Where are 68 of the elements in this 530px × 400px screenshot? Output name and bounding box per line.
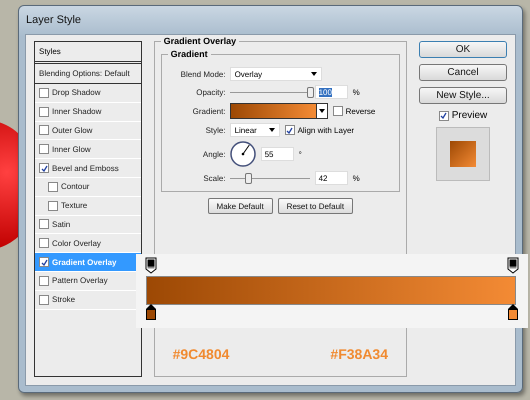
checkbox[interactable] (284, 125, 295, 135)
color-stop-icon[interactable] (508, 304, 518, 321)
dialog-button[interactable]: OK (419, 41, 507, 58)
caret-icon (310, 72, 317, 76)
checkbox-label: Preview (452, 110, 488, 121)
style-list-item[interactable]: Blending Options: Default (35, 64, 141, 84)
angle-dial[interactable] (230, 141, 256, 167)
hex-color-label: #F38A34 (330, 346, 388, 362)
checkbox[interactable] (39, 106, 49, 117)
dialog-button[interactable]: Cancel (419, 64, 507, 81)
checkbox[interactable] (48, 182, 58, 192)
field-label: Scale: (202, 174, 226, 182)
checkbox[interactable] (39, 276, 49, 286)
style-list-item[interactable]: Contour (35, 178, 141, 197)
caret-icon (268, 128, 275, 132)
hex-color-label: #9C4804 (172, 346, 230, 362)
checkbox[interactable] (48, 200, 58, 211)
checkbox[interactable] (39, 144, 49, 154)
checkmark-icon (40, 164, 48, 172)
field-label: Style: (204, 126, 226, 134)
field-label: Angle: (202, 150, 226, 158)
unit-label: % (352, 88, 360, 96)
color-stop-icon[interactable] (146, 304, 156, 321)
checkbox[interactable] (39, 163, 49, 174)
checkmark-icon (440, 112, 448, 119)
opacity-input[interactable]: 100 (314, 85, 348, 99)
window-title: Layer Style (26, 14, 82, 26)
gradient-picker[interactable] (230, 103, 328, 119)
checkbox[interactable] (39, 257, 49, 268)
style-list-item[interactable]: Drop Shadow (35, 84, 141, 103)
checkbox[interactable] (39, 219, 49, 230)
checkbox[interactable] (438, 110, 449, 120)
style-list-item[interactable]: Texture (35, 196, 141, 216)
checkmark-icon (286, 126, 294, 134)
checkbox[interactable] (39, 125, 49, 136)
style-list-item[interactable]: Inner Glow (35, 140, 141, 160)
style-list-item[interactable]: Bevel and Emboss (35, 159, 141, 178)
style-dropdown[interactable]: Linear (230, 123, 280, 137)
field-label: Blend Mode: (180, 70, 226, 78)
unit-label: % (352, 174, 360, 182)
preview-swatch (450, 141, 476, 167)
checkbox[interactable] (39, 88, 49, 98)
style-list-item[interactable]: Inner Shadow (35, 102, 141, 122)
group-title: Gradient (168, 49, 211, 59)
group-title: Gradient Overlay (160, 36, 240, 46)
checkmark-icon (40, 258, 48, 266)
style-list-item[interactable]: Satin (35, 216, 141, 234)
caret-icon (318, 109, 325, 113)
checkbox[interactable] (39, 238, 49, 248)
checkbox[interactable] (39, 294, 49, 305)
opacity-stop-icon[interactable] (507, 257, 519, 274)
dialog-button[interactable]: New Style... (419, 87, 507, 104)
checkbox-label: Reverse (346, 106, 376, 116)
angle-input[interactable]: 55 (260, 147, 294, 161)
dialog-button[interactable]: Make Default (208, 198, 273, 214)
field-label: Gradient: (192, 106, 226, 116)
checkbox-label: Align with Layer (298, 126, 354, 134)
style-list-item[interactable]: Outer Glow (35, 122, 141, 140)
opacity-stop-icon[interactable] (145, 257, 157, 274)
slider-thumb[interactable] (244, 172, 252, 184)
styles-header: Styles (35, 42, 141, 64)
dialog-button[interactable]: Reset to Default (278, 198, 354, 214)
checkbox[interactable] (332, 106, 343, 116)
blend-mode-dropdown[interactable]: Overlay (230, 67, 322, 81)
slider-thumb[interactable] (306, 86, 314, 98)
unit-label: ° (298, 150, 302, 158)
scale-input[interactable]: 42 (314, 171, 348, 185)
field-label: Opacity: (195, 88, 226, 96)
